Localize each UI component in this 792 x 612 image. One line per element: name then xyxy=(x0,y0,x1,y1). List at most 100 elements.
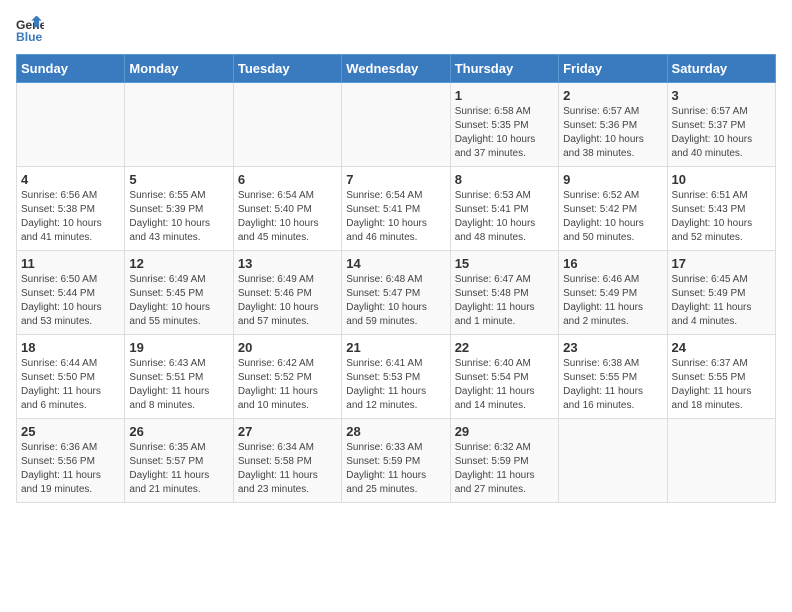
day-content: Sunrise: 6:51 AM Sunset: 5:43 PM Dayligh… xyxy=(672,189,771,245)
day-content: Sunrise: 6:43 AM Sunset: 5:51 PM Dayligh… xyxy=(129,357,228,413)
day-content: Sunrise: 6:42 AM Sunset: 5:52 PM Dayligh… xyxy=(238,357,337,413)
calendar-cell xyxy=(559,419,667,503)
day-number: 28 xyxy=(346,424,445,439)
day-number: 21 xyxy=(346,340,445,355)
day-number: 14 xyxy=(346,256,445,271)
svg-text:Blue: Blue xyxy=(16,30,43,44)
day-number: 4 xyxy=(21,172,120,187)
day-content: Sunrise: 6:36 AM Sunset: 5:56 PM Dayligh… xyxy=(21,441,120,497)
calendar-cell: 19 Sunrise: 6:43 AM Sunset: 5:51 PM Dayli… xyxy=(125,335,233,419)
day-number: 7 xyxy=(346,172,445,187)
day-number: 9 xyxy=(563,172,662,187)
calendar-cell: 2 Sunrise: 6:57 AM Sunset: 5:36 PM Daylig… xyxy=(559,83,667,167)
page-header: General Blue xyxy=(16,16,776,44)
calendar-cell xyxy=(667,419,775,503)
day-content: Sunrise: 6:40 AM Sunset: 5:54 PM Dayligh… xyxy=(455,357,554,413)
calendar-cell: 22 Sunrise: 6:40 AM Sunset: 5:54 PM Dayli… xyxy=(450,335,558,419)
day-content: Sunrise: 6:37 AM Sunset: 5:55 PM Dayligh… xyxy=(672,357,771,413)
calendar-week-5: 25 Sunrise: 6:36 AM Sunset: 5:56 PM Dayli… xyxy=(17,419,776,503)
calendar-cell: 28 Sunrise: 6:33 AM Sunset: 5:59 PM Dayli… xyxy=(342,419,450,503)
day-content: Sunrise: 6:48 AM Sunset: 5:47 PM Dayligh… xyxy=(346,273,445,329)
logo: General Blue xyxy=(16,16,48,44)
day-content: Sunrise: 6:58 AM Sunset: 5:35 PM Dayligh… xyxy=(455,105,554,161)
day-number: 26 xyxy=(129,424,228,439)
col-header-wednesday: Wednesday xyxy=(342,55,450,83)
calendar-table: SundayMondayTuesdayWednesdayThursdayFrid… xyxy=(16,54,776,503)
calendar-cell: 27 Sunrise: 6:34 AM Sunset: 5:58 PM Dayli… xyxy=(233,419,341,503)
day-number: 22 xyxy=(455,340,554,355)
calendar-cell: 11 Sunrise: 6:50 AM Sunset: 5:44 PM Dayli… xyxy=(17,251,125,335)
calendar-cell xyxy=(125,83,233,167)
day-number: 24 xyxy=(672,340,771,355)
day-number: 12 xyxy=(129,256,228,271)
day-number: 1 xyxy=(455,88,554,103)
day-number: 13 xyxy=(238,256,337,271)
day-content: Sunrise: 6:50 AM Sunset: 5:44 PM Dayligh… xyxy=(21,273,120,329)
day-content: Sunrise: 6:44 AM Sunset: 5:50 PM Dayligh… xyxy=(21,357,120,413)
day-number: 2 xyxy=(563,88,662,103)
calendar-cell xyxy=(17,83,125,167)
calendar-cell: 16 Sunrise: 6:46 AM Sunset: 5:49 PM Dayli… xyxy=(559,251,667,335)
day-number: 6 xyxy=(238,172,337,187)
day-content: Sunrise: 6:47 AM Sunset: 5:48 PM Dayligh… xyxy=(455,273,554,329)
day-content: Sunrise: 6:57 AM Sunset: 5:36 PM Dayligh… xyxy=(563,105,662,161)
day-number: 23 xyxy=(563,340,662,355)
day-number: 17 xyxy=(672,256,771,271)
day-content: Sunrise: 6:53 AM Sunset: 5:41 PM Dayligh… xyxy=(455,189,554,245)
day-content: Sunrise: 6:46 AM Sunset: 5:49 PM Dayligh… xyxy=(563,273,662,329)
day-number: 18 xyxy=(21,340,120,355)
calendar-cell: 18 Sunrise: 6:44 AM Sunset: 5:50 PM Dayli… xyxy=(17,335,125,419)
calendar-cell: 13 Sunrise: 6:49 AM Sunset: 5:46 PM Dayli… xyxy=(233,251,341,335)
calendar-cell: 9 Sunrise: 6:52 AM Sunset: 5:42 PM Daylig… xyxy=(559,167,667,251)
day-content: Sunrise: 6:38 AM Sunset: 5:55 PM Dayligh… xyxy=(563,357,662,413)
calendar-cell: 8 Sunrise: 6:53 AM Sunset: 5:41 PM Daylig… xyxy=(450,167,558,251)
day-number: 27 xyxy=(238,424,337,439)
calendar-cell: 10 Sunrise: 6:51 AM Sunset: 5:43 PM Dayli… xyxy=(667,167,775,251)
calendar-cell: 12Sunrise: 6:49 AM Sunset: 5:45 PM Dayli… xyxy=(125,251,233,335)
col-header-friday: Friday xyxy=(559,55,667,83)
day-content: Sunrise: 6:34 AM Sunset: 5:58 PM Dayligh… xyxy=(238,441,337,497)
calendar-cell: 24 Sunrise: 6:37 AM Sunset: 5:55 PM Dayli… xyxy=(667,335,775,419)
day-number: 19 xyxy=(129,340,228,355)
day-number: 15 xyxy=(455,256,554,271)
calendar-week-3: 11 Sunrise: 6:50 AM Sunset: 5:44 PM Dayli… xyxy=(17,251,776,335)
calendar-cell: 21 Sunrise: 6:41 AM Sunset: 5:53 PM Dayli… xyxy=(342,335,450,419)
calendar-cell: 5Sunrise: 6:55 AM Sunset: 5:39 PM Daylig… xyxy=(125,167,233,251)
calendar-cell xyxy=(233,83,341,167)
calendar-cell: 4 Sunrise: 6:56 AM Sunset: 5:38 PM Daylig… xyxy=(17,167,125,251)
calendar-cell: 25 Sunrise: 6:36 AM Sunset: 5:56 PM Dayli… xyxy=(17,419,125,503)
day-content: Sunrise: 6:54 AM Sunset: 5:41 PM Dayligh… xyxy=(346,189,445,245)
day-content: Sunrise: 6:52 AM Sunset: 5:42 PM Dayligh… xyxy=(563,189,662,245)
day-content: Sunrise: 6:45 AM Sunset: 5:49 PM Dayligh… xyxy=(672,273,771,329)
day-number: 3 xyxy=(672,88,771,103)
calendar-cell: 17 Sunrise: 6:45 AM Sunset: 5:49 PM Dayli… xyxy=(667,251,775,335)
day-number: 8 xyxy=(455,172,554,187)
day-content: Sunrise: 6:49 AM Sunset: 5:46 PM Dayligh… xyxy=(238,273,337,329)
calendar-week-1: 1 Sunrise: 6:58 AM Sunset: 5:35 PM Daylig… xyxy=(17,83,776,167)
calendar-cell: 26 Sunrise: 6:35 AM Sunset: 5:57 PM Dayli… xyxy=(125,419,233,503)
day-content: Sunrise: 6:33 AM Sunset: 5:59 PM Dayligh… xyxy=(346,441,445,497)
day-number: 16 xyxy=(563,256,662,271)
day-content: Sunrise: 6:41 AM Sunset: 5:53 PM Dayligh… xyxy=(346,357,445,413)
calendar-cell: 7 Sunrise: 6:54 AM Sunset: 5:41 PM Daylig… xyxy=(342,167,450,251)
day-number: 20 xyxy=(238,340,337,355)
col-header-sunday: Sunday xyxy=(17,55,125,83)
calendar-week-4: 18 Sunrise: 6:44 AM Sunset: 5:50 PM Dayli… xyxy=(17,335,776,419)
calendar-cell: 1 Sunrise: 6:58 AM Sunset: 5:35 PM Daylig… xyxy=(450,83,558,167)
calendar-cell: 20 Sunrise: 6:42 AM Sunset: 5:52 PM Dayli… xyxy=(233,335,341,419)
col-header-saturday: Saturday xyxy=(667,55,775,83)
col-header-monday: Monday xyxy=(125,55,233,83)
logo-icon: General Blue xyxy=(16,16,44,44)
day-content: Sunrise: 6:32 AM Sunset: 5:59 PM Dayligh… xyxy=(455,441,554,497)
calendar-week-2: 4 Sunrise: 6:56 AM Sunset: 5:38 PM Daylig… xyxy=(17,167,776,251)
calendar-cell: 23 Sunrise: 6:38 AM Sunset: 5:55 PM Dayli… xyxy=(559,335,667,419)
day-number: 25 xyxy=(21,424,120,439)
col-header-thursday: Thursday xyxy=(450,55,558,83)
calendar-cell xyxy=(342,83,450,167)
day-content: Sunrise: 6:56 AM Sunset: 5:38 PM Dayligh… xyxy=(21,189,120,245)
day-number: 10 xyxy=(672,172,771,187)
day-number: 11 xyxy=(21,256,120,271)
calendar-cell: 3Sunrise: 6:57 AM Sunset: 5:37 PM Daylig… xyxy=(667,83,775,167)
day-content: Sunrise: 6:35 AM Sunset: 5:57 PM Dayligh… xyxy=(129,441,228,497)
calendar-cell: 14 Sunrise: 6:48 AM Sunset: 5:47 PM Dayli… xyxy=(342,251,450,335)
